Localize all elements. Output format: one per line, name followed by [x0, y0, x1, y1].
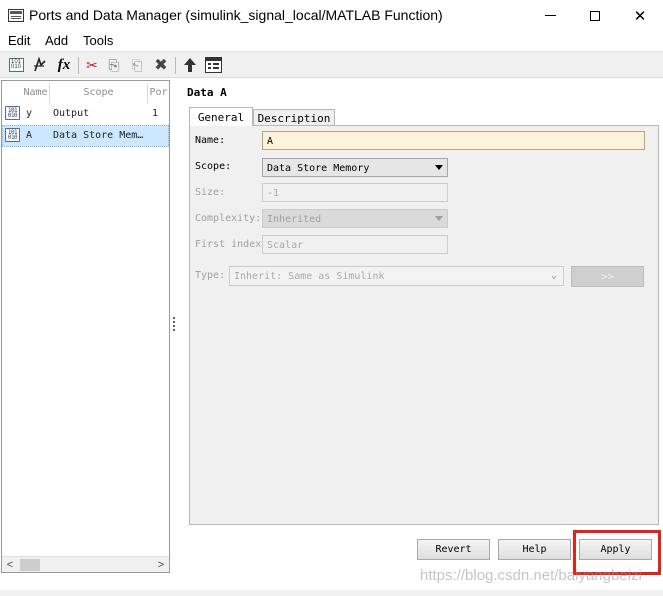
help-button[interactable]: Help — [498, 539, 571, 560]
delete-icon: ✖ — [154, 57, 168, 74]
add-data-icon: 101 010 — [8, 58, 24, 72]
toolbar-separator — [175, 57, 176, 74]
type-value: Inherit: Same as Simulink — [234, 271, 385, 282]
scope-dropdown[interactable]: Data Store Memory — [262, 158, 448, 177]
pane-splitter[interactable] — [171, 80, 183, 573]
watermark: https://blog.csdn.net/baiyangbeizi — [420, 567, 642, 584]
add-function-button[interactable]: fx — [54, 55, 74, 75]
scrollbar-thumb[interactable] — [20, 559, 40, 571]
scope-label: Scope: — [195, 161, 232, 172]
list-item[interactable]: 101 010 y Output 1 — [2, 103, 169, 125]
cut-button[interactable]: ✂ — [82, 55, 102, 75]
close-icon: ✕ — [633, 7, 647, 25]
revert-button[interactable]: Revert — [417, 539, 490, 560]
cut-icon: ✂ — [86, 56, 98, 73]
move-up-icon — [184, 58, 196, 72]
paste-icon: ⎗ — [131, 56, 143, 73]
row-name: y — [26, 108, 33, 119]
data-icon: 101 010 — [5, 128, 20, 142]
row-scope: Output — [53, 108, 90, 119]
add-event-icon — [34, 57, 46, 72]
paste-button[interactable]: ⎗ — [127, 55, 147, 75]
toolbar-separator — [78, 57, 79, 74]
minimize-button[interactable] — [527, 0, 573, 31]
copy-button[interactable]: ⎘ — [104, 55, 124, 75]
status-bar — [0, 590, 663, 596]
delete-button[interactable]: ✖ — [151, 55, 171, 75]
toolbar: 101 010 fx ✂ ⎘ ⎗ ✖ — [0, 51, 663, 78]
column-header-name[interactable]: Name — [22, 83, 50, 103]
row-scope: Data Store Mem… — [53, 130, 144, 141]
row-name: A — [26, 130, 33, 141]
menu-edit[interactable]: Edit — [8, 33, 30, 48]
size-label: Size: — [195, 187, 226, 198]
first-index-label: First index — [195, 239, 262, 250]
window-title: Ports and Data Manager (simulink_signal_… — [29, 7, 443, 23]
type-dropdown: Inherit: Same as Simulink ⌄ — [229, 266, 564, 286]
copy-icon: ⎘ — [108, 56, 120, 73]
tab-general[interactable]: General — [189, 107, 253, 126]
minimize-icon — [544, 15, 556, 16]
tab-description[interactable]: Description — [253, 109, 335, 126]
column-header-port[interactable]: Por — [148, 83, 169, 103]
row-port: 1 — [152, 108, 159, 119]
type-label: Type: — [195, 270, 226, 281]
size-field: -1 — [262, 183, 448, 202]
close-button[interactable]: ✕ — [617, 0, 663, 31]
maximize-button[interactable] — [572, 0, 618, 31]
move-up-button[interactable] — [180, 55, 200, 75]
first-index-field: Scalar — [262, 235, 448, 254]
horizontal-scrollbar[interactable]: < > — [2, 556, 169, 572]
scroll-right-icon[interactable]: > — [153, 557, 169, 573]
menu-add[interactable]: Add — [45, 33, 68, 48]
column-header-scope[interactable]: Scope — [50, 83, 148, 103]
data-type-assistant-button: >> — [571, 266, 644, 287]
model-explorer-icon — [204, 57, 222, 73]
scope-value: Data Store Memory — [267, 163, 370, 174]
data-list-pane: Name Scope Por 101 010 y Output 1 101 010 … — [1, 80, 170, 573]
data-icon: 101 010 — [5, 106, 20, 120]
model-explorer-button[interactable] — [203, 55, 223, 75]
name-field[interactable]: A — [262, 131, 645, 150]
add-function-icon: fx — [57, 56, 71, 73]
maximize-icon — [590, 10, 600, 21]
list-item-selected[interactable]: 101 010 A Data Store Mem… — [2, 125, 169, 147]
app-icon — [8, 9, 24, 22]
chevron-down-icon — [435, 216, 443, 221]
menu-bar: Edit Add Tools — [0, 31, 663, 51]
complexity-label: Complexity: — [195, 213, 262, 224]
scroll-left-icon[interactable]: < — [2, 557, 18, 573]
add-data-button[interactable]: 101 010 — [6, 55, 26, 75]
add-event-button[interactable] — [30, 55, 50, 75]
menu-tools[interactable]: Tools — [83, 33, 113, 48]
complexity-dropdown: Inherited — [262, 209, 448, 228]
chevron-down-icon: ⌄ — [550, 270, 557, 281]
name-label: Name: — [195, 135, 226, 146]
complexity-value: Inherited — [267, 214, 322, 225]
detail-title: Data A — [187, 86, 227, 99]
chevron-down-icon — [435, 165, 443, 170]
title-bar: Ports and Data Manager (simulink_signal_… — [0, 0, 663, 31]
